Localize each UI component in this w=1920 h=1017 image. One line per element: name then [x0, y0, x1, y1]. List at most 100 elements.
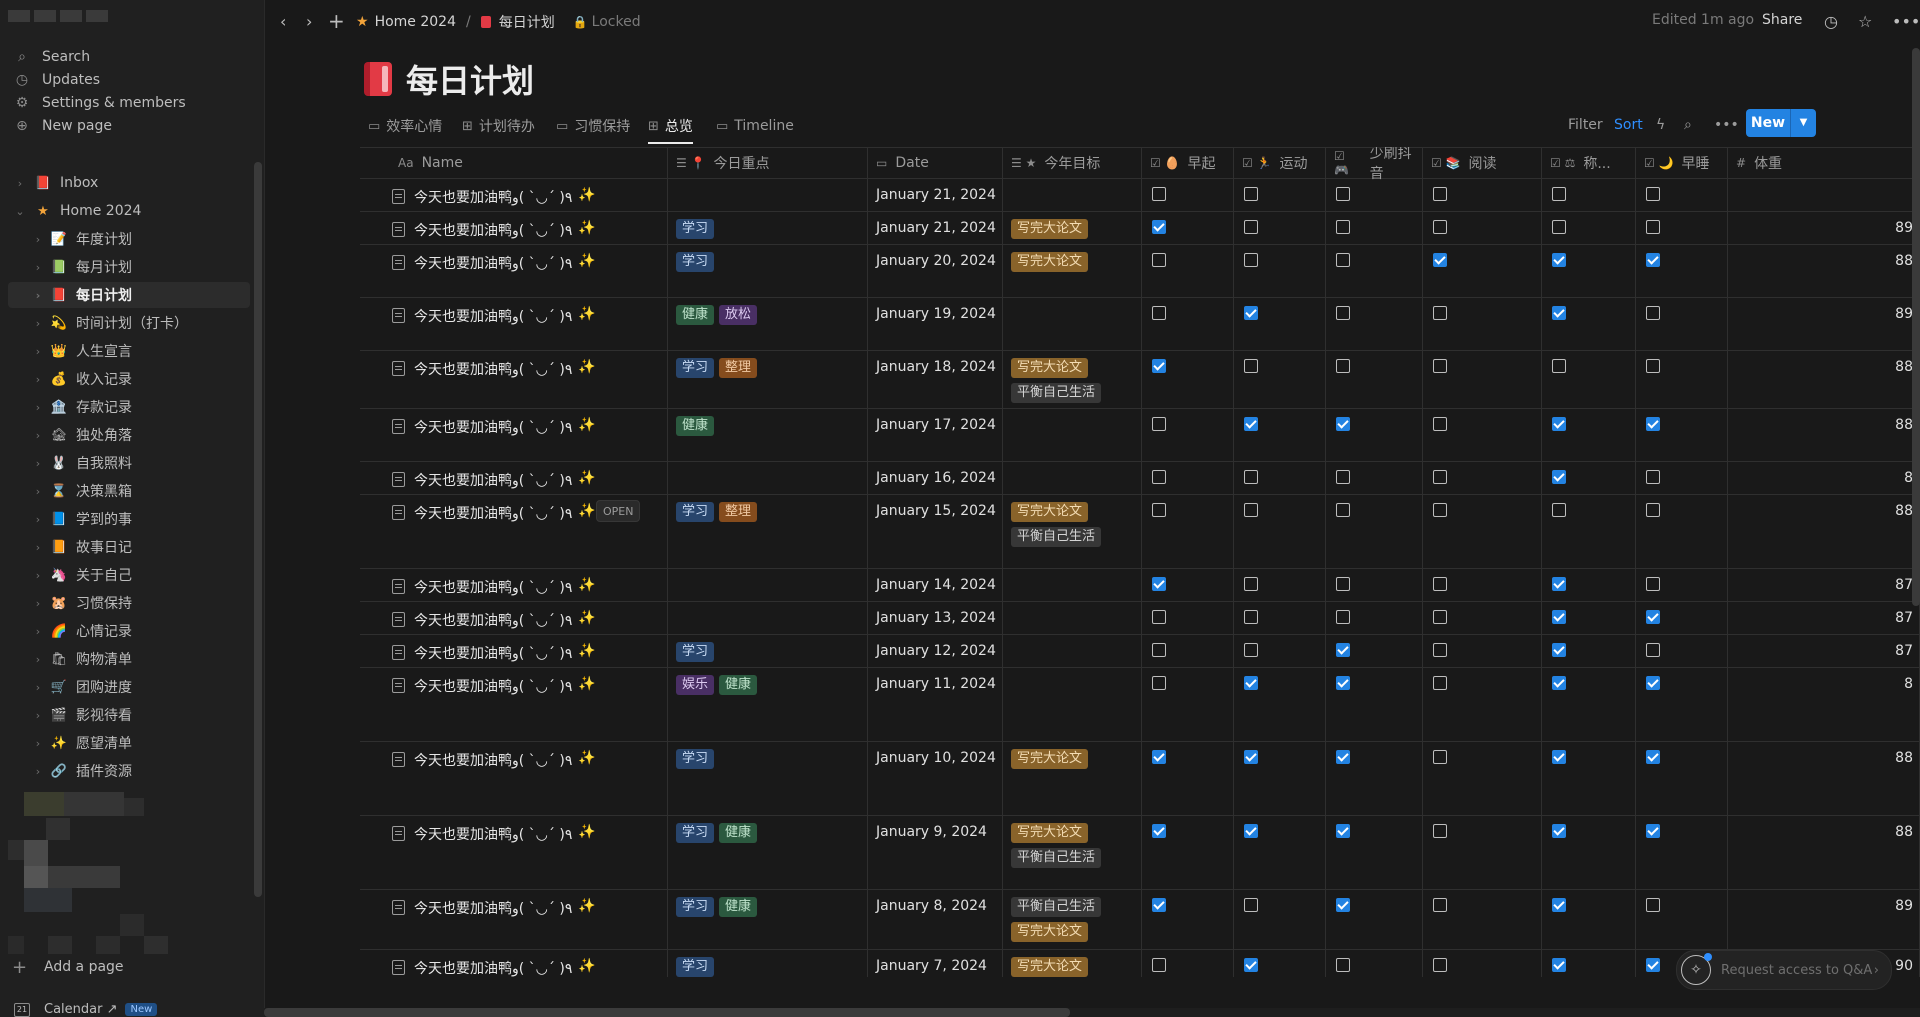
weight-cell[interactable]: 8: [1728, 667, 1920, 741]
weight-cell[interactable]: 8: [1728, 461, 1920, 494]
checkbox[interactable]: [1552, 503, 1566, 517]
checkbox[interactable]: [1552, 253, 1566, 267]
chevron-icon[interactable]: ⌄: [12, 205, 28, 218]
checkbox[interactable]: [1152, 958, 1166, 972]
sidebar-item[interactable]: › 🐹 习惯保持: [8, 590, 250, 616]
focus-cell[interactable]: 健康: [668, 408, 868, 461]
name-cell[interactable]: 今天也要加油鸭٩( ´◡` )و ✨: [360, 667, 668, 741]
checkbox[interactable]: [1646, 417, 1660, 431]
checkbox[interactable]: [1646, 750, 1660, 764]
goal-cell[interactable]: 写完大论文: [1003, 211, 1142, 244]
goal-cell[interactable]: [1003, 667, 1142, 741]
checkbox[interactable]: [1244, 958, 1258, 972]
goal-cell[interactable]: [1003, 178, 1142, 211]
checkbox[interactable]: [1433, 187, 1447, 201]
focus-cell[interactable]: [668, 178, 868, 211]
checkbox[interactable]: [1152, 470, 1166, 484]
focus-cell[interactable]: 健康 放松: [668, 297, 868, 350]
weight-cell[interactable]: 88: [1728, 815, 1920, 889]
sidebar-item[interactable]: › 🏦 存款记录: [8, 394, 250, 420]
checkbox[interactable]: [1646, 898, 1660, 912]
checkbox[interactable]: [1552, 417, 1566, 431]
focus-cell[interactable]: [668, 568, 868, 601]
checkbox[interactable]: [1646, 306, 1660, 320]
date-cell[interactable]: January 17, 2024: [868, 408, 1003, 461]
sidebar-item[interactable]: › 🛍 购物清单: [8, 646, 250, 672]
table-row[interactable]: 今天也要加油鸭٩( ´◡` )و ✨ 娱乐 健康 January 11, 2024 8: [360, 667, 1920, 742]
automation-icon[interactable]: ϟ: [1656, 117, 1665, 133]
focus-cell[interactable]: 学习: [668, 741, 868, 815]
column-header[interactable]: ▭ Date: [868, 148, 1003, 178]
name-cell[interactable]: 今天也要加油鸭٩( ´◡` )و ✨: [360, 211, 668, 244]
sort-button[interactable]: Sort: [1614, 117, 1643, 133]
checkbox[interactable]: [1433, 610, 1447, 624]
sidebar-item[interactable]: ⌄ ★ Home 2024: [8, 198, 250, 224]
checkbox[interactable]: [1336, 359, 1350, 373]
checkbox[interactable]: [1433, 253, 1447, 267]
checkbox[interactable]: [1552, 359, 1566, 373]
goal-cell[interactable]: 写完大论文 平衡自己生活: [1003, 350, 1142, 408]
goal-cell[interactable]: 写完大论文 平衡自己生活: [1003, 815, 1142, 889]
checkbox[interactable]: [1152, 253, 1166, 267]
checkbox[interactable]: [1433, 359, 1447, 373]
name-cell[interactable]: 今天也要加油鸭٩( ´◡` )و ✨ OPEN: [360, 494, 668, 568]
name-cell[interactable]: 今天也要加油鸭٩( ´◡` )و ✨: [360, 178, 668, 211]
view-tab[interactable]: ▭ 习惯保持: [556, 110, 630, 142]
name-cell[interactable]: 今天也要加油鸭٩( ´◡` )و ✨: [360, 601, 668, 634]
chevron-icon[interactable]: ›: [30, 597, 46, 610]
chevron-icon[interactable]: ›: [30, 345, 46, 358]
checkbox[interactable]: [1152, 187, 1166, 201]
checkbox[interactable]: [1244, 824, 1258, 838]
sidebar-item[interactable]: › 🌈 心情记录: [8, 618, 250, 644]
checkbox[interactable]: [1433, 898, 1447, 912]
date-cell[interactable]: January 10, 2024: [868, 741, 1003, 815]
name-cell[interactable]: 今天也要加油鸭٩( ´◡` )و ✨: [360, 408, 668, 461]
chevron-icon[interactable]: ›: [30, 485, 46, 498]
checkbox[interactable]: [1336, 417, 1350, 431]
table-row[interactable]: 今天也要加油鸭٩( ´◡` )و ✨ 学习 整理 January 18, 2024 写完大…: [360, 350, 1920, 409]
page-scrollbar[interactable]: [1912, 48, 1920, 606]
table-row[interactable]: 今天也要加油鸭٩( ´◡` )و ✨ January 16, 2024 8: [360, 461, 1920, 495]
focus-cell[interactable]: [668, 461, 868, 494]
column-header[interactable]: ☑ 🏃 运动: [1234, 148, 1326, 178]
goal-cell[interactable]: 平衡自己生活 写完大论文: [1003, 889, 1142, 949]
sidebar-item[interactable]: › ✨ 愿望清单: [8, 730, 250, 756]
checkbox[interactable]: [1244, 187, 1258, 201]
focus-cell[interactable]: 学习 健康: [668, 889, 868, 949]
date-cell[interactable]: January 8, 2024: [868, 889, 1003, 949]
checkbox[interactable]: [1244, 359, 1258, 373]
focus-cell[interactable]: 学习 整理: [668, 494, 868, 568]
weight-cell[interactable]: 88: [1728, 741, 1920, 815]
chevron-icon[interactable]: ›: [30, 261, 46, 274]
checkbox[interactable]: [1244, 750, 1258, 764]
chevron-icon[interactable]: ›: [30, 569, 46, 582]
name-cell[interactable]: 今天也要加油鸭٩( ´◡` )و ✨: [360, 297, 668, 350]
view-tab[interactable]: ⊞ 总览: [648, 110, 693, 144]
focus-cell[interactable]: 学习: [668, 244, 868, 297]
sidebar-item[interactable]: › ⌛ 决策黑箱: [8, 478, 250, 504]
name-cell[interactable]: 今天也要加油鸭٩( ´◡` )و ✨: [360, 889, 668, 949]
weight-cell[interactable]: 87: [1728, 634, 1920, 667]
weight-cell[interactable]: 89: [1728, 889, 1920, 949]
sidebar-item[interactable]: › 🔗 插件资源: [8, 758, 250, 784]
checkbox[interactable]: [1336, 220, 1350, 234]
sidebar-item[interactable]: › 💰 收入记录: [8, 366, 250, 392]
chevron-icon[interactable]: ›: [30, 765, 46, 778]
checkbox[interactable]: [1336, 187, 1350, 201]
checkbox[interactable]: [1552, 577, 1566, 591]
checkbox[interactable]: [1552, 187, 1566, 201]
checkbox[interactable]: [1646, 359, 1660, 373]
checkbox[interactable]: [1646, 503, 1660, 517]
search-icon[interactable]: ⌕: [1684, 117, 1692, 133]
checkbox[interactable]: [1244, 610, 1258, 624]
share-button[interactable]: Share: [1762, 12, 1802, 28]
table-row[interactable]: 今天也要加油鸭٩( ´◡` )و ✨ 学习 January 10, 2024 写完大论文…: [360, 741, 1920, 816]
date-cell[interactable]: January 16, 2024: [868, 461, 1003, 494]
checkbox[interactable]: [1244, 643, 1258, 657]
checkbox[interactable]: [1244, 220, 1258, 234]
chevron-icon[interactable]: ›: [30, 737, 46, 750]
checkbox[interactable]: [1646, 470, 1660, 484]
goal-cell[interactable]: [1003, 461, 1142, 494]
table-row[interactable]: 今天也要加油鸭٩( ´◡` )و ✨ 学习 健康 January 9, 2024 写完大论…: [360, 815, 1920, 890]
checkbox[interactable]: [1552, 750, 1566, 764]
